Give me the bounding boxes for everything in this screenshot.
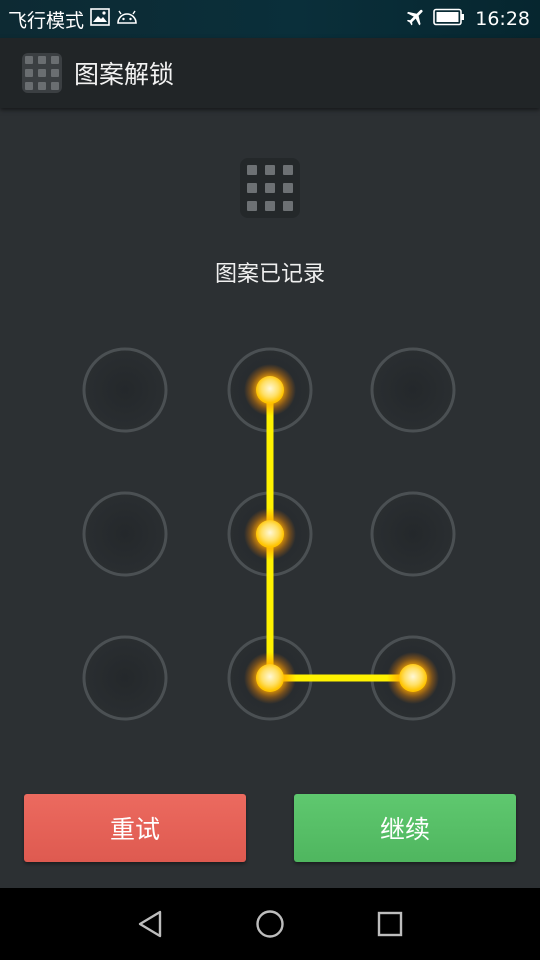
- pattern-node-7[interactable]: [82, 635, 168, 721]
- home-icon[interactable]: [250, 904, 290, 944]
- pattern-dot-active: [387, 652, 439, 704]
- retry-button[interactable]: 重试: [24, 794, 246, 862]
- airplane-icon: [405, 6, 427, 32]
- pattern-node-1[interactable]: [82, 347, 168, 433]
- pattern-node-3[interactable]: [370, 347, 456, 433]
- status-bar-right: 16:28: [405, 6, 530, 32]
- pattern-status-text: 图案已记录: [214, 262, 325, 287]
- pattern-node-6[interactable]: [370, 491, 456, 577]
- status-bar-left: 飞行模式: [8, 6, 138, 33]
- pattern-dot-active: [244, 508, 296, 560]
- clock: 16:28: [475, 8, 530, 30]
- android-icon: [116, 9, 138, 29]
- navigation-bar: [0, 888, 540, 960]
- page-title: 图案解锁: [74, 60, 175, 89]
- battery-icon: [433, 8, 465, 30]
- pattern-dot-active: [244, 364, 296, 416]
- recents-icon[interactable]: [370, 904, 410, 944]
- back-icon[interactable]: [130, 904, 170, 944]
- image-icon: [90, 8, 110, 30]
- action-bar: 图案解锁: [0, 38, 540, 108]
- pattern-grid-icon: [22, 53, 62, 93]
- airplane-mode-text: 飞行模式: [8, 9, 85, 32]
- pattern-node-4[interactable]: [82, 491, 168, 577]
- pattern-dot-active: [244, 652, 296, 704]
- status-bar: 飞行模式 16:28: [0, 0, 540, 38]
- pattern-grid-icon: [240, 158, 300, 218]
- continue-button[interactable]: 继续: [294, 794, 516, 862]
